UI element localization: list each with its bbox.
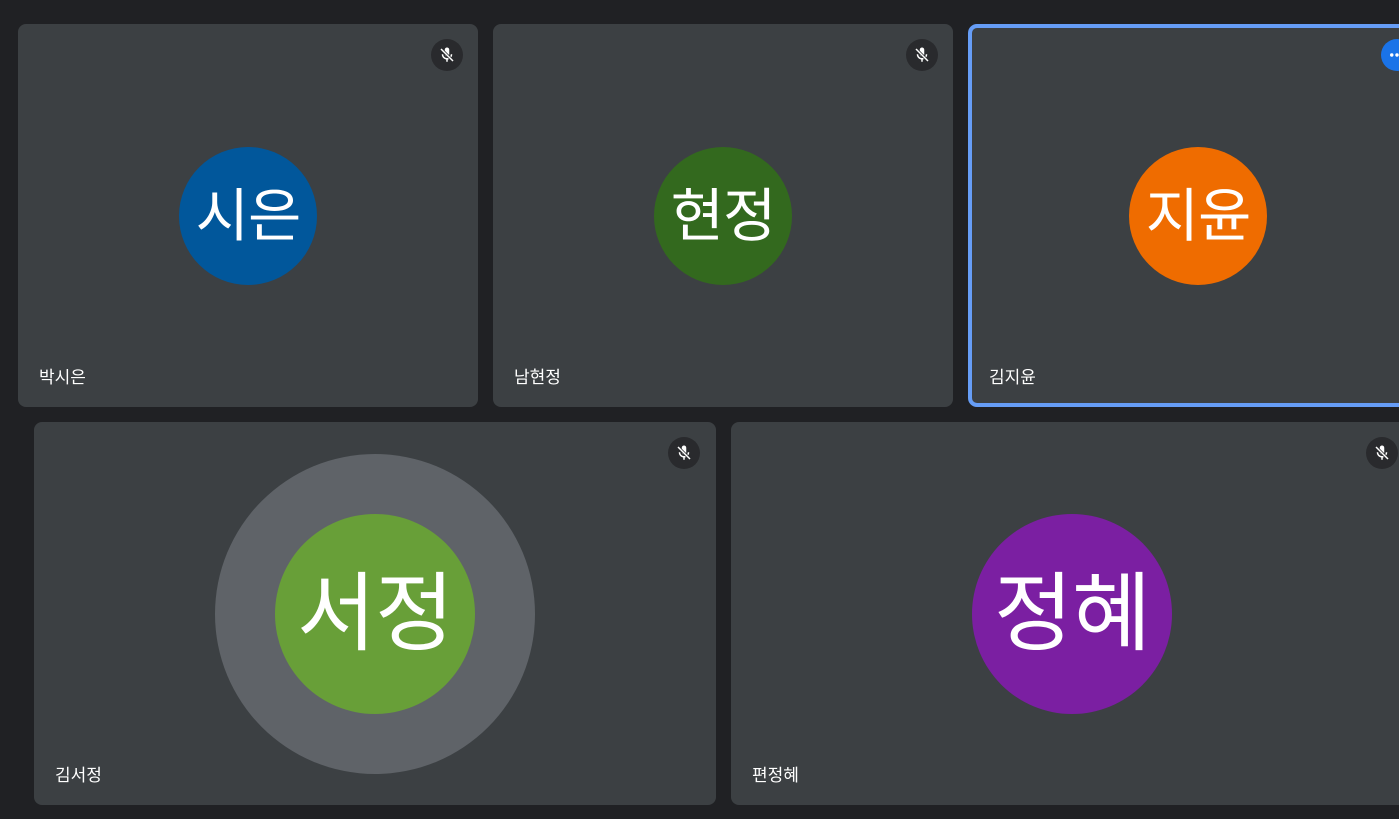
participant-tile-4[interactable]: 서정 김서정 <box>34 422 716 805</box>
participant-tile-5[interactable]: 정혜 편정혜 <box>731 422 1399 805</box>
avatar-initials: 현정 <box>670 182 777 250</box>
mic-off-icon[interactable] <box>906 39 938 71</box>
participant-name: 박시은 <box>39 368 86 388</box>
mic-off-icon[interactable] <box>1366 437 1398 469</box>
more-options-icon[interactable] <box>1381 39 1399 71</box>
mic-off-icon[interactable] <box>668 437 700 469</box>
participant-tile-3-active[interactable]: 지윤 김지윤 <box>968 24 1399 407</box>
participant-name: 편정혜 <box>752 766 799 786</box>
participant-name: 남현정 <box>514 368 561 388</box>
participant-avatar: 시은 <box>179 147 317 285</box>
participant-avatar: 지윤 <box>1129 147 1267 285</box>
participant-avatar: 정혜 <box>972 514 1172 714</box>
participant-tile-2[interactable]: 현정 남현정 <box>493 24 953 407</box>
participant-name: 김서정 <box>55 766 102 786</box>
avatar-initials: 지윤 <box>1145 182 1252 250</box>
participant-avatar: 서정 <box>275 514 475 714</box>
participant-avatar: 현정 <box>654 147 792 285</box>
mic-off-icon[interactable] <box>431 39 463 71</box>
avatar-initials: 정혜 <box>993 564 1151 664</box>
avatar-initials: 시은 <box>195 182 302 250</box>
participant-name: 김지윤 <box>989 368 1036 388</box>
participant-tile-1[interactable]: 시은 박시은 <box>18 24 478 407</box>
avatar-initials: 서정 <box>296 564 454 664</box>
meeting-grid: 시은 박시은 현정 남현정 지윤 김지윤 서정 김서정 정혜 편정혜 <box>0 0 1399 819</box>
